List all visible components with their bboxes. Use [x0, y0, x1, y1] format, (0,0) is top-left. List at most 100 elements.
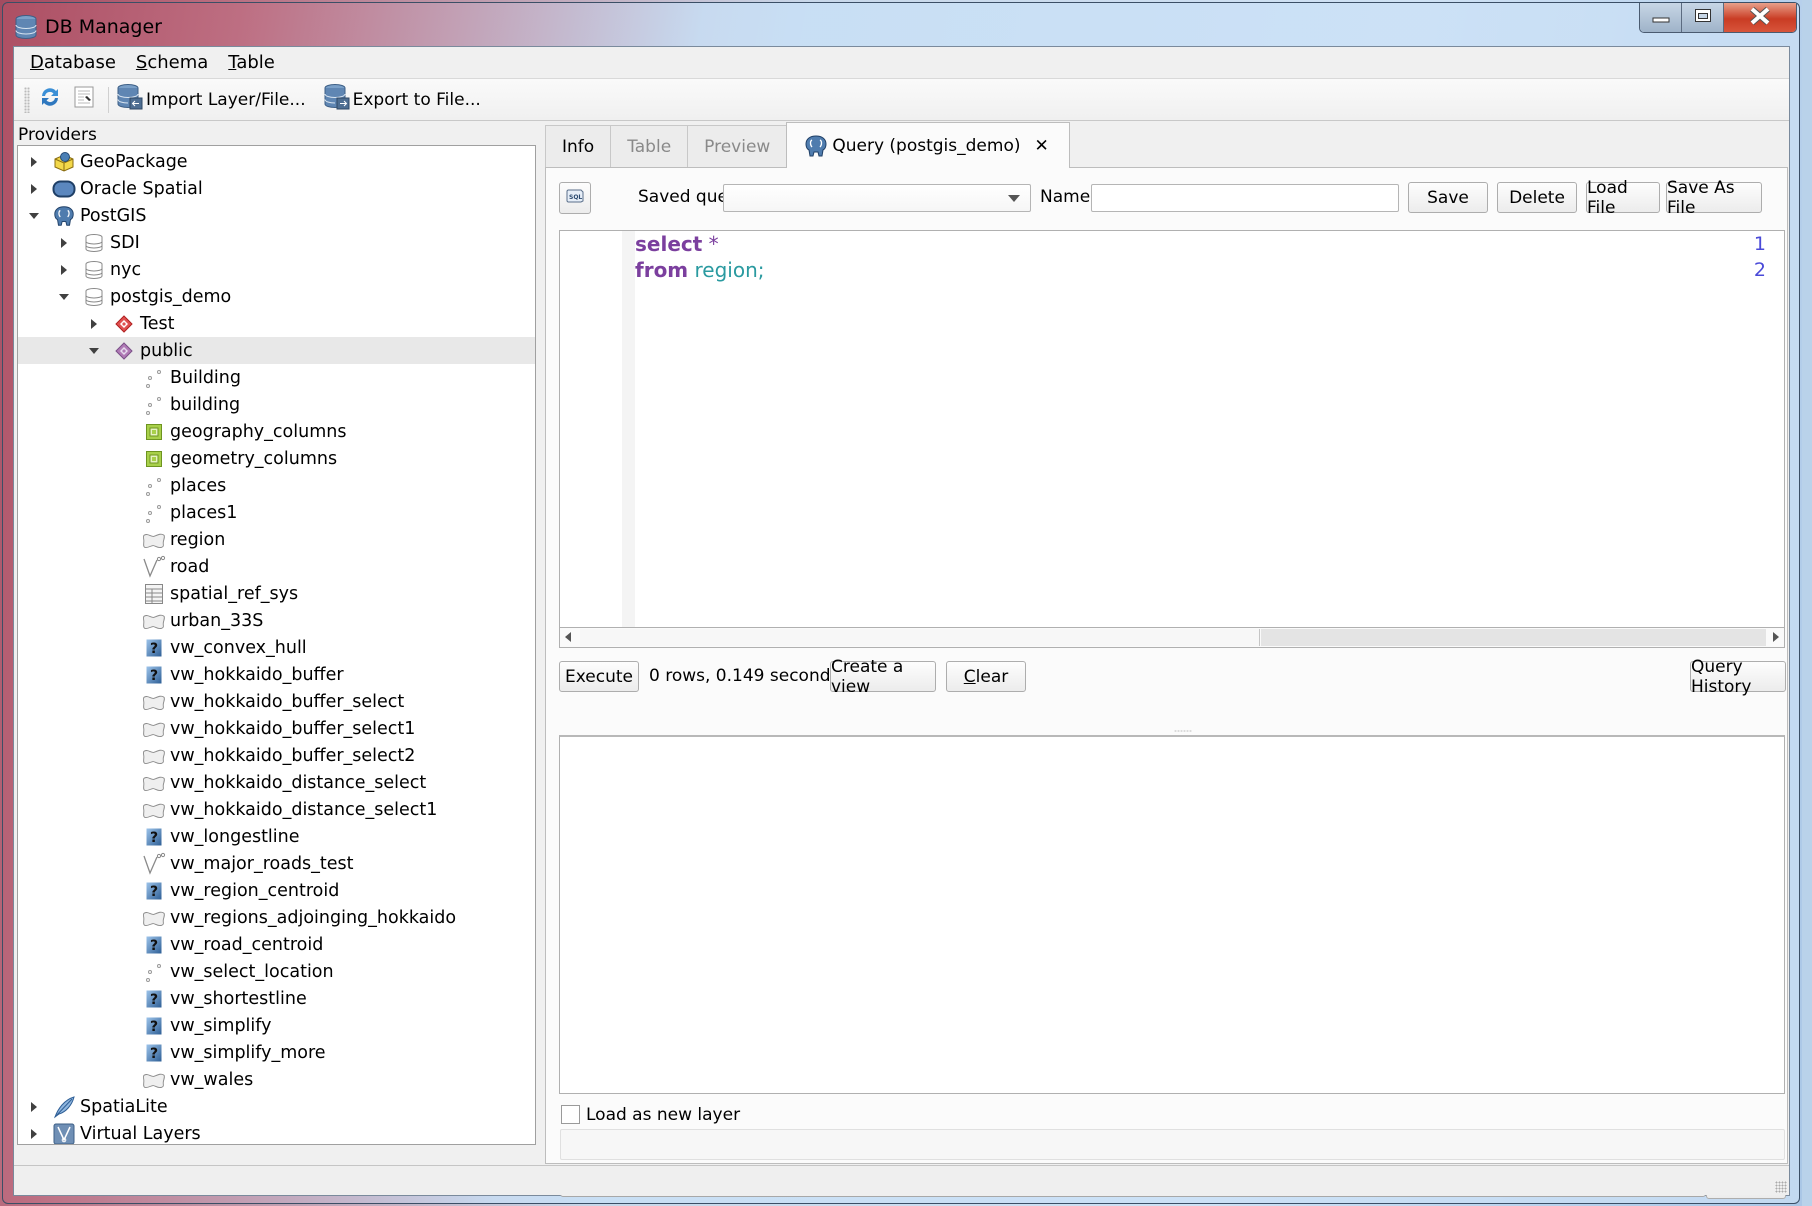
menu-table[interactable]: Table: [226, 50, 277, 75]
tree-item-vw-select-location[interactable]: vw_select_location: [18, 958, 535, 985]
view-table-icon: [142, 420, 166, 444]
scrollbar-thumb[interactable]: [580, 629, 1260, 646]
saved-query-dropdown[interactable]: [723, 184, 1031, 212]
database-icon: [82, 285, 106, 309]
chevron-right-icon[interactable]: [88, 318, 100, 330]
save-button[interactable]: Save: [1408, 182, 1488, 213]
close-window-button[interactable]: [1724, 3, 1796, 32]
chevron-down-icon[interactable]: [28, 210, 40, 222]
load-file-button[interactable]: Load File: [1586, 178, 1660, 218]
tree-item-label: vw_hokkaido_buffer_select: [170, 691, 405, 712]
tree-item-vw-region-centroid[interactable]: ? vw_region_centroid: [18, 877, 535, 904]
chevron-right-icon[interactable]: [58, 264, 70, 276]
scrollbar-track[interactable]: [1261, 629, 1766, 646]
db-manager-window: DB Manager Database Schema Table Import …: [2, 2, 1800, 1204]
tree-item-label: region: [170, 529, 226, 550]
tab-table[interactable]: Table: [610, 125, 689, 168]
tree-item-vw-simplify[interactable]: ? vw_simplify: [18, 1012, 535, 1039]
tree-item-vw-road-centroid[interactable]: ? vw_road_centroid: [18, 931, 535, 958]
scroll-left-icon[interactable]: [565, 632, 571, 642]
create-view-button[interactable]: Create a view: [830, 657, 936, 697]
tree-item-spatialite[interactable]: SpatiaLite: [18, 1093, 535, 1120]
tree-item-vw-wales[interactable]: vw_wales: [18, 1066, 535, 1093]
export-file-button[interactable]: Export to File...: [324, 84, 481, 115]
tree-item-label: vw_convex_hull: [170, 637, 307, 658]
tree-item-nyc[interactable]: nyc: [18, 256, 535, 283]
delete-button[interactable]: Delete: [1497, 182, 1577, 213]
tree-item-building[interactable]: building: [18, 391, 535, 418]
tree-item-spatial-ref-sys[interactable]: spatial_ref_sys: [18, 580, 535, 607]
unknown-geometry-icon: ?: [142, 933, 166, 957]
menu-schema[interactable]: Schema: [134, 50, 210, 75]
tree-item-places1[interactable]: places1: [18, 499, 535, 526]
tree-item-vw-convex-hull[interactable]: ? vw_convex_hull: [18, 634, 535, 661]
tree-item-postgis-demo[interactable]: postgis_demo: [18, 283, 535, 310]
tree-item-geography-columns[interactable]: geography_columns: [18, 418, 535, 445]
chevron-right-icon[interactable]: [28, 183, 40, 195]
menu-database-mnemonic: D: [30, 52, 44, 73]
resize-grip[interactable]: [1775, 1181, 1787, 1193]
tree-item-label: spatial_ref_sys: [170, 583, 299, 604]
tab-preview[interactable]: Preview: [687, 125, 788, 168]
tree-item-geometry-columns[interactable]: geometry_columns: [18, 445, 535, 472]
scroll-right-icon[interactable]: [1773, 632, 1779, 642]
tree-item-vw-hokkaido-buffer-select2[interactable]: vw_hokkaido_buffer_select2: [18, 742, 535, 769]
tree-item-vw-shortestline[interactable]: ? vw_shortestline: [18, 985, 535, 1012]
maximize-icon: [1694, 8, 1712, 28]
polygon-layer-icon: [142, 771, 166, 795]
tree-item-vw-hokkaido-distance-select1[interactable]: vw_hokkaido_distance_select1: [18, 796, 535, 823]
status-bar: [14, 1165, 1789, 1195]
tree-item-vw-hokkaido-buffer-select1[interactable]: vw_hokkaido_buffer_select1: [18, 715, 535, 742]
close-tab-icon[interactable]: ✕: [1034, 136, 1048, 156]
editor-horizontal-scrollbar[interactable]: [559, 628, 1785, 648]
clear-button[interactable]: Clear: [946, 661, 1026, 692]
tree-item-geopackage[interactable]: GeoPackage: [18, 148, 535, 175]
tree-item-public[interactable]: public: [18, 337, 535, 364]
chevron-right-icon[interactable]: [28, 1101, 40, 1113]
execute-button[interactable]: Execute: [559, 661, 639, 692]
tree-item-places[interactable]: places: [18, 472, 535, 499]
chevron-right-icon[interactable]: [28, 156, 40, 168]
results-table[interactable]: [559, 735, 1785, 1094]
query-name-input[interactable]: [1091, 184, 1399, 212]
splitter-handle[interactable]: [1174, 730, 1192, 732]
tree-item-urban-33s[interactable]: urban_33S: [18, 607, 535, 634]
maximize-button[interactable]: [1682, 3, 1724, 32]
tree-item-vw-hokkaido-buffer[interactable]: ? vw_hokkaido_buffer: [18, 661, 535, 688]
load-as-layer-checkbox[interactable]: [561, 1105, 580, 1124]
tree-item-virtual-layers[interactable]: Virtual Layers: [18, 1120, 535, 1144]
toolbar-grip[interactable]: [24, 86, 30, 113]
tree-item-postgis[interactable]: PostGIS: [18, 202, 535, 229]
tree-item-vw-regions-adjoinging-hokkaido[interactable]: vw_regions_adjoinging_hokkaido: [18, 904, 535, 931]
tree-item-label: SpatiaLite: [80, 1096, 168, 1117]
tab-query[interactable]: Query (postgis_demo) ✕: [786, 122, 1070, 168]
import-layer-button[interactable]: Import Layer/File...: [117, 84, 306, 115]
minimize-button[interactable]: [1640, 3, 1682, 32]
tree-item-vw-major-roads-test[interactable]: vw_major_roads_test: [18, 850, 535, 877]
tree-item-road[interactable]: road: [18, 553, 535, 580]
tab-info[interactable]: Info: [545, 125, 612, 168]
tree-item-vw-hokkaido-distance-select[interactable]: vw_hokkaido_distance_select: [18, 769, 535, 796]
sql-window-button[interactable]: [73, 85, 98, 114]
caption-buttons: [1639, 3, 1797, 33]
sql-editor[interactable]: 1 2 select * from region;: [559, 230, 1785, 628]
tree-item-sdi[interactable]: SDI: [18, 229, 535, 256]
tree-item-test[interactable]: Test: [18, 310, 535, 337]
refresh-button[interactable]: [38, 85, 65, 114]
tree-item-building[interactable]: Building: [18, 364, 535, 391]
chevron-right-icon[interactable]: [28, 1128, 40, 1140]
providers-tree[interactable]: GeoPackage Oracle Spatial PostGIS SDI nyc pos…: [17, 145, 536, 1145]
tree-item-region[interactable]: region: [18, 526, 535, 553]
tree-item-oracle-spatial[interactable]: Oracle Spatial: [18, 175, 535, 202]
refresh-icon: [38, 85, 65, 114]
save-as-file-button[interactable]: Save As File: [1666, 178, 1762, 218]
chevron-down-icon[interactable]: [88, 345, 100, 357]
chevron-down-icon[interactable]: [58, 291, 70, 303]
tree-item-vw-simplify-more[interactable]: ? vw_simplify_more: [18, 1039, 535, 1066]
tree-item-vw-hokkaido-buffer-select[interactable]: vw_hokkaido_buffer_select: [18, 688, 535, 715]
query-history-button[interactable]: Query History: [1690, 657, 1786, 697]
tree-item-vw-longestline[interactable]: ? vw_longestline: [18, 823, 535, 850]
sql-template-button[interactable]: SQL: [559, 182, 591, 214]
menu-database[interactable]: Database: [28, 50, 118, 75]
chevron-right-icon[interactable]: [58, 237, 70, 249]
